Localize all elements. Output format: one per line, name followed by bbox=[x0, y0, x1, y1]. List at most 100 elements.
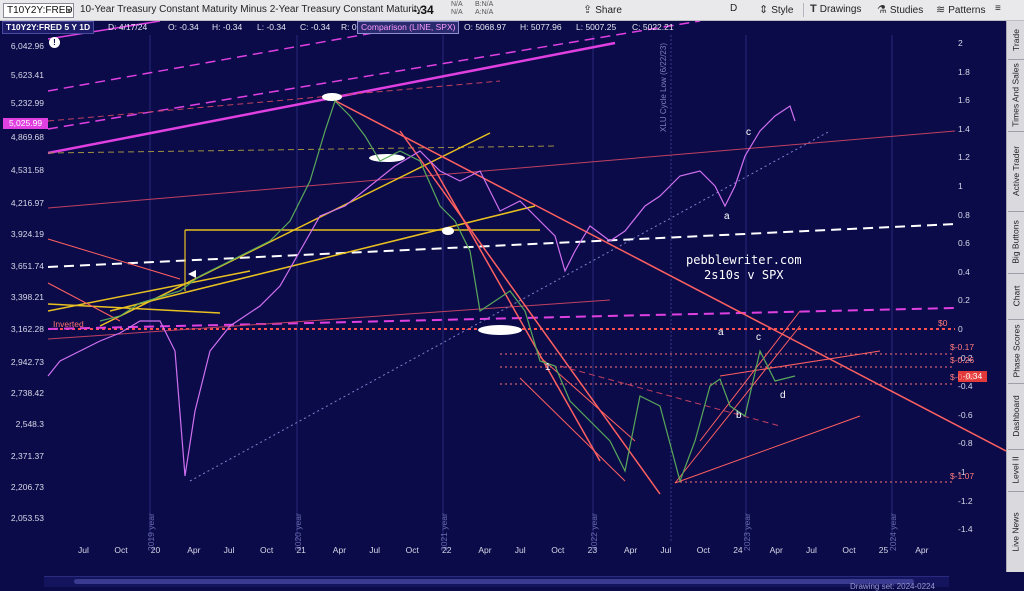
quote-na-block: N/A N/A bbox=[451, 1, 463, 17]
pink-trendline bbox=[47, 238, 181, 280]
sidebar-tab-label: Trade bbox=[1011, 29, 1022, 51]
sidebar-divider bbox=[1008, 491, 1024, 492]
annotation-lower-a: a bbox=[718, 327, 724, 338]
sidebar-tab-dashboard[interactable]: Dashboard bbox=[1007, 383, 1024, 449]
left-axis-tick: 6,042.96 bbox=[10, 41, 44, 51]
left-axis-tick: 3,398.21 bbox=[10, 292, 44, 302]
sidebar-divider bbox=[1008, 449, 1024, 450]
left-axis-tick: 4,531.58 bbox=[10, 165, 44, 175]
time-axis-tick: Jul bbox=[514, 545, 526, 555]
chevron-down-icon[interactable]: ▾ bbox=[67, 4, 71, 17]
annotation-upper-c: c bbox=[746, 127, 751, 138]
left-axis-tick: 3,924.19 bbox=[10, 229, 44, 239]
comparison-label[interactable]: Comparison (LINE, SPX) bbox=[357, 21, 460, 34]
time-axis-tick: Apr bbox=[478, 545, 492, 555]
scroll-thumb[interactable] bbox=[74, 579, 914, 584]
sidebar-tab-label: Times And Sales bbox=[1011, 63, 1021, 127]
watermark: pebblewriter.com 2s10s v SPX bbox=[686, 253, 802, 283]
annotation-wave-1: 1 bbox=[545, 362, 551, 373]
annotation-lower-c: c bbox=[756, 332, 761, 343]
ask-label: A: bbox=[475, 9, 482, 16]
drawings-button[interactable]: T Drawings bbox=[810, 3, 861, 15]
left-axis-tick: 2,942.73 bbox=[10, 357, 44, 367]
right-axis-tick: 1.2 bbox=[958, 152, 970, 163]
chart-area[interactable]: T10Y2Y:FRED 5 Y 1D D: 4/17/24 O: -0.34 H… bbox=[0, 21, 1006, 591]
red-dashed-channel bbox=[47, 80, 501, 122]
info-open: O: -0.34 bbox=[168, 22, 199, 32]
interval-button[interactable]: D bbox=[730, 3, 737, 14]
comp-low: L: 5007.25 bbox=[576, 22, 617, 32]
patterns-label: Patterns bbox=[948, 5, 986, 16]
time-axis-tick: Apr bbox=[624, 545, 638, 555]
comp-close: C: 5022.21 bbox=[632, 22, 674, 32]
instrument-title: 10-Year Treasury Constant Maturity Minus… bbox=[80, 4, 422, 15]
info-low: L: -0.34 bbox=[257, 22, 286, 32]
info-symbol-period[interactable]: T10Y2Y:FRED 5 Y 1D bbox=[2, 21, 95, 34]
sidebar-tab-phase-scores[interactable]: Phase Scores bbox=[1007, 319, 1024, 383]
left-axis-tick: 2,206.73 bbox=[10, 482, 44, 492]
studies-icon: ⚗ bbox=[877, 4, 887, 16]
year-label: 2023 year bbox=[742, 513, 752, 551]
na-2: N/A bbox=[451, 9, 463, 16]
right-axis-tick: 1.8 bbox=[958, 66, 970, 77]
info-icon[interactable]: ! bbox=[49, 37, 60, 48]
year-label: 2022 year bbox=[589, 513, 599, 551]
sidebar-tab-level-ii[interactable]: Level II bbox=[1007, 449, 1024, 491]
studies-button[interactable]: ⚗ Studies bbox=[877, 3, 923, 16]
sidebar-tab-label: Big Buttons bbox=[1011, 220, 1022, 264]
sidebar-divider bbox=[1008, 211, 1024, 212]
patterns-icon: ≋ bbox=[936, 4, 946, 16]
level-017: $-0.17 bbox=[950, 342, 975, 352]
left-axis-tick: 2,371.37 bbox=[10, 451, 44, 461]
pink-trendline bbox=[329, 97, 1006, 452]
na-1: N/A bbox=[451, 1, 463, 8]
sidebar-tab-active-trader[interactable]: Active Trader bbox=[1007, 131, 1024, 211]
year-label: 2019 year bbox=[146, 513, 156, 551]
na-3: N/A bbox=[481, 1, 494, 8]
sidebar-tab-live-news[interactable]: Live News bbox=[1007, 491, 1024, 572]
left-axis-tick: 4,869.68 bbox=[10, 132, 44, 142]
time-axis-tick: Jul bbox=[223, 545, 235, 555]
symbol-input[interactable]: T10Y2Y:FRED ▾ bbox=[3, 3, 74, 18]
level-107: $-1.07 bbox=[950, 471, 975, 481]
comp-open: O: 5068.97 bbox=[464, 22, 507, 32]
sidebar-tab-label: Live News bbox=[1011, 511, 1021, 552]
left-axis-tick: 3,162.28 bbox=[10, 324, 44, 334]
year-label: 2024 year bbox=[888, 513, 898, 551]
time-axis-tick: Apr bbox=[915, 545, 929, 555]
time-scrollbar[interactable] bbox=[44, 576, 949, 587]
inverted-label: Inverted bbox=[53, 319, 84, 329]
time-axis-tick: Jul bbox=[806, 545, 817, 555]
menu-button[interactable]: ≡ bbox=[995, 3, 1001, 14]
info-close: C: -0.34 bbox=[300, 22, 331, 32]
sidebar-tab-trade[interactable]: Trade bbox=[1007, 21, 1024, 59]
pink-trendline bbox=[399, 130, 661, 495]
time-axis-tick: Jul bbox=[660, 545, 672, 555]
xlu-cycle-label: XLU Cycle Low (6/22/23) bbox=[659, 43, 668, 132]
share-button[interactable]: ⇪ Share bbox=[583, 3, 622, 16]
sidebar-tab-chart[interactable]: Chart bbox=[1007, 273, 1024, 319]
right-axis-tick: -0.8 bbox=[958, 438, 973, 449]
right-axis-tick: 0 bbox=[958, 324, 963, 334]
sidebar-tab-label: Level II bbox=[1011, 456, 1021, 484]
annotation-upper-a: a bbox=[724, 211, 730, 222]
sidebar-tab-big-buttons[interactable]: Big Buttons bbox=[1007, 211, 1024, 273]
time-axis-tick: Oct bbox=[405, 545, 419, 555]
interval-label: D bbox=[730, 3, 738, 14]
patterns-button[interactable]: ≋ Patterns bbox=[936, 3, 985, 16]
sidebar-tab-times-and-sales[interactable]: Times And Sales bbox=[1007, 59, 1024, 131]
info-r: R: 0 bbox=[341, 22, 357, 32]
sidebar-divider bbox=[1008, 273, 1024, 274]
chart-canvas[interactable] bbox=[0, 21, 1006, 572]
share-label: Share bbox=[595, 5, 622, 16]
annotation-lower-b: b bbox=[736, 410, 742, 421]
drawing-set-status: Drawing set: 2024-0224 bbox=[850, 582, 935, 591]
info-date: D: 4/17/24 bbox=[108, 22, 148, 32]
style-button[interactable]: ⇕ Style bbox=[759, 3, 793, 16]
menu-icon: ≡ bbox=[995, 3, 1001, 14]
time-axis-tick: Jul bbox=[369, 545, 381, 555]
watermark-line1: pebblewriter.com bbox=[686, 253, 802, 267]
time-axis-tick: Jul bbox=[78, 545, 89, 555]
right-axis-tick: 1 bbox=[958, 181, 963, 191]
level-zero: $0 bbox=[938, 318, 948, 328]
